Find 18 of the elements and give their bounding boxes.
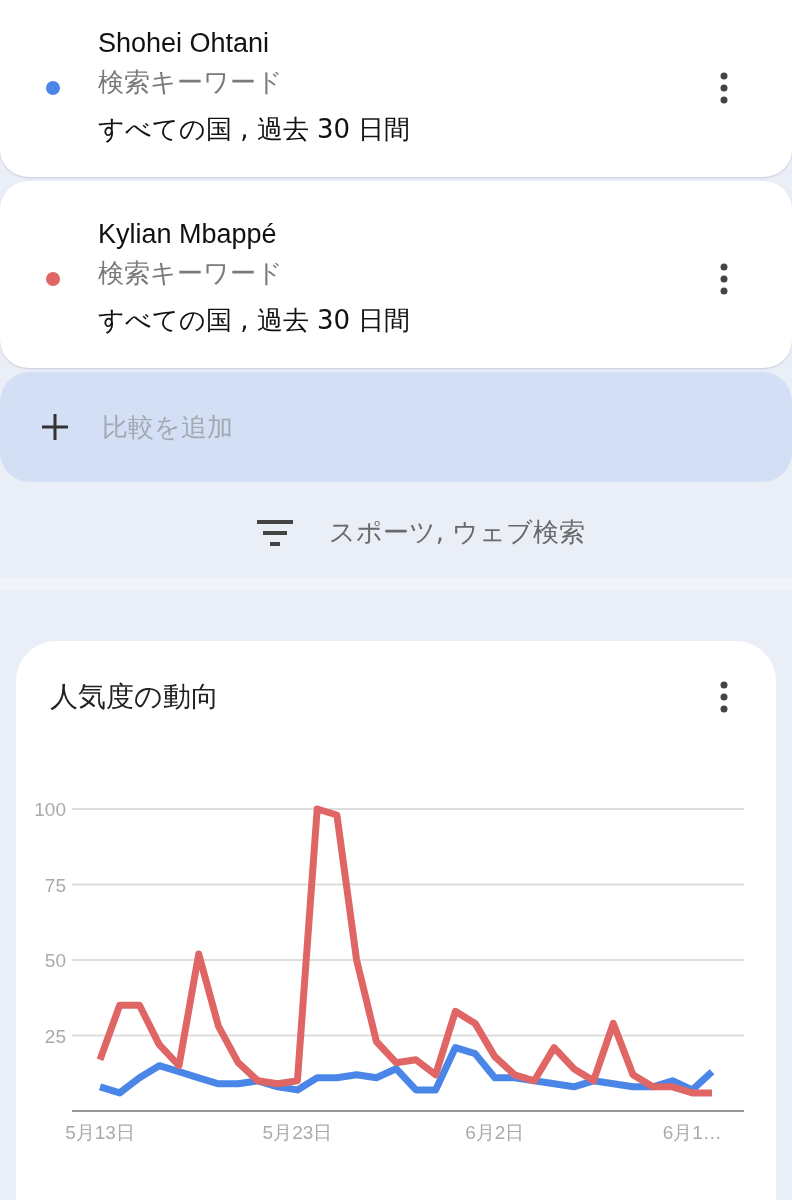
y-axis-label: 75 <box>44 874 66 896</box>
term-type: 検索キーワード <box>98 66 284 99</box>
y-axis-label: 25 <box>44 1025 66 1047</box>
x-axis-label: 5月23日 <box>262 1122 333 1143</box>
y-axis-label: 100 <box>34 799 66 820</box>
chart-title: 人気度の動向 <box>50 679 219 715</box>
filter-button[interactable]: スポーツ, ウェブ検索 <box>250 514 592 551</box>
add-compare-field[interactable]: 比較を追加 <box>0 372 792 482</box>
term-name: Kylian Mbappé <box>98 219 278 250</box>
term-scope: すべての国 , 過去 30 日間 <box>98 113 412 146</box>
y-axis-label: 50 <box>44 950 66 971</box>
term-type: 検索キーワード <box>98 257 284 290</box>
term-name: Shohei Ohtani <box>98 28 271 59</box>
x-axis-label: 5月13日 <box>65 1122 135 1143</box>
term-scope: すべての国 , 過去 30 日間 <box>98 304 412 337</box>
x-axis-label: 6月2日 <box>465 1122 525 1143</box>
filter-icon <box>256 519 293 546</box>
x-axis-label: 6月1… <box>662 1122 722 1143</box>
